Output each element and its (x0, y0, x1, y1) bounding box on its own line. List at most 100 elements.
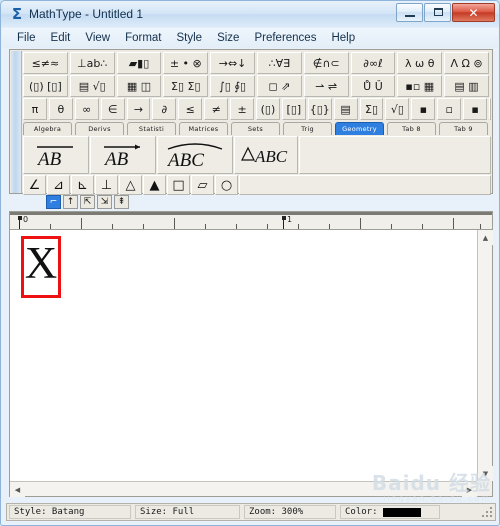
nest-button-5[interactable]: ⇞ (114, 195, 129, 209)
template-sqrt[interactable]: √▯ (385, 98, 410, 120)
menu-item-preferences[interactable]: Preferences (247, 30, 323, 46)
symbol-right-arrow[interactable]: → (126, 98, 151, 120)
template-button-arrays[interactable]: ▤ ▥ (444, 75, 489, 97)
template-button-fractions[interactable]: ▤ √▯ (69, 75, 115, 97)
template-paren[interactable]: (▯) (256, 98, 280, 120)
ruler-tab-marker-1[interactable] (282, 216, 286, 229)
geometry-triangle-button[interactable]: △ (119, 175, 142, 195)
horizontal-scrollbar[interactable]: ◀ ▶ (10, 481, 477, 497)
template-button-fences[interactable]: (▯) [▯] (23, 75, 68, 97)
template-bracket[interactable]: [▯] (281, 98, 306, 120)
svg-text:AB: AB (36, 149, 62, 170)
symbol-pi[interactable]: π (23, 98, 47, 120)
color-swatch[interactable] (382, 507, 421, 517)
template-button-products[interactable]: Ů Ǔ (350, 75, 396, 97)
ruler-top-edge (10, 212, 492, 215)
symbol-element-of[interactable]: ∈ (100, 98, 125, 120)
symbol-button-misc[interactable]: ∂∞ℓ (350, 52, 396, 74)
geometry-filled-triangle-button[interactable]: ▲ (143, 175, 166, 195)
tab-matrices[interactable]: Matrices (179, 122, 228, 135)
scroll-left-icon[interactable]: ◀ (10, 482, 25, 497)
scroll-up-icon[interactable]: ▲ (478, 230, 493, 245)
template-superscript[interactable]: ▪ (411, 98, 436, 120)
template-sum[interactable]: Σ▯ (359, 98, 384, 120)
geometry-spherical-angle-button[interactable]: ⊾ (71, 175, 94, 195)
symbol-less-equal[interactable]: ≤ (178, 98, 203, 120)
geometry-circle-button[interactable]: ○ (215, 175, 238, 195)
minimize-button[interactable] (396, 3, 423, 22)
template-button-underover[interactable]: ◻ ⇗ (256, 75, 302, 97)
symbol-button-relations[interactable]: ≤≠≈ (23, 52, 68, 74)
symbol-button-greek-upper[interactable]: Λ Ω ⊚ (444, 52, 489, 74)
status-size[interactable]: Size: Full (135, 505, 240, 519)
tab-derivs[interactable]: Derivs (75, 122, 124, 135)
geometry-triangle-abc-button[interactable]: ABC (234, 136, 298, 174)
geometry-row2-filler (239, 175, 491, 195)
tab-trig[interactable]: Trig (283, 122, 332, 135)
menu-item-file[interactable]: File (10, 30, 43, 46)
equation-editor-area[interactable]: X ▲ ▼ ◀ ▶ (9, 229, 493, 497)
nest-button-4[interactable]: ⇲ (97, 195, 112, 209)
tab-8[interactable]: Tab 8 (387, 122, 436, 135)
toolbar-gripper[interactable] (11, 51, 22, 193)
template-brace[interactable]: {▯} (307, 98, 332, 120)
template-subsup[interactable]: ▪ (463, 98, 488, 120)
geometry-parallelogram-button[interactable]: ▱ (191, 175, 214, 195)
geometry-segment-button[interactable]: AB (23, 136, 89, 174)
symbol-button-greek-lower[interactable]: λ ω θ (397, 52, 443, 74)
geometry-angle-button[interactable]: ∠ (23, 175, 46, 195)
equation-canvas[interactable]: X (10, 230, 477, 481)
nest-button-1[interactable]: ⌐ (46, 195, 61, 209)
template-button-matrices[interactable]: ▪▫ ▦ (397, 75, 443, 97)
scroll-right-icon[interactable]: ▶ (462, 482, 477, 497)
status-color[interactable]: Color: (340, 505, 440, 519)
status-zoom[interactable]: Zoom: 300% (244, 505, 336, 519)
nest-button-2[interactable]: ↑ (63, 195, 78, 209)
segment-overbar-icon: AB (36, 146, 73, 170)
tab-sets[interactable]: Sets (231, 122, 280, 135)
template-button-summation[interactable]: Σ▯ Σ▯ (163, 75, 209, 97)
template-subscript[interactable]: ▫ (437, 98, 462, 120)
geometry-square-button[interactable]: □ (167, 175, 190, 195)
template-fraction[interactable]: ▤ (333, 98, 358, 120)
menu-item-help[interactable]: Help (324, 30, 362, 46)
menu-item-format[interactable]: Format (118, 30, 168, 46)
status-style[interactable]: Style: Batang (9, 505, 131, 519)
menu-item-size[interactable]: Size (210, 30, 246, 46)
geometry-ray-button[interactable]: AB (90, 136, 156, 174)
equation-slot-selected[interactable]: X (21, 236, 61, 298)
symbol-button-settheory[interactable]: ∉∩⊂ (303, 52, 349, 74)
close-button[interactable]: ✕ (452, 3, 495, 22)
symbol-not-equal[interactable]: ≠ (204, 98, 229, 120)
tab-statisti[interactable]: Statisti (127, 122, 176, 135)
ruler[interactable]: 0 1 (9, 211, 493, 229)
resize-grip-icon[interactable] (480, 505, 492, 517)
geometry-measured-angle-button[interactable]: ⊿ (47, 175, 70, 195)
symbol-button-embellishments[interactable]: ▰▮▯ (116, 52, 162, 74)
template-button-labeled-arrows[interactable]: ⇀ ⇌ (303, 75, 349, 97)
symbol-button-arrows[interactable]: →⇔↓ (210, 52, 255, 74)
nest-button-3[interactable]: ⇱ (80, 195, 95, 209)
menu-item-edit[interactable]: Edit (44, 30, 78, 46)
maximize-button[interactable] (424, 3, 451, 22)
ruler-tab-marker-0[interactable] (18, 216, 22, 229)
symbol-plus-minus[interactable]: ± (230, 98, 255, 120)
template-button-integral[interactable]: ∫▯ ∮▯ (210, 75, 255, 97)
symbol-partial[interactable]: ∂ (152, 98, 177, 120)
geometry-arc-button[interactable]: ABC (157, 136, 233, 174)
geometry-perpendicular-button[interactable]: ⊥ (95, 175, 118, 195)
scroll-down-icon[interactable]: ▼ (478, 466, 493, 481)
tab-geometry[interactable]: Geometry (335, 122, 384, 135)
title-bar[interactable]: Σ MathType - Untitled 1 ✕ (1, 1, 499, 27)
tab-algebra[interactable]: Algebra (23, 122, 72, 135)
vertical-scrollbar[interactable]: ▲ ▼ (477, 230, 493, 481)
template-button-scripts[interactable]: ▦ ◫ (116, 75, 162, 97)
symbol-infinity[interactable]: ∞ (74, 98, 99, 120)
menu-item-style[interactable]: Style (170, 30, 210, 46)
symbol-button-spaces[interactable]: ⊥ab∴ (69, 52, 115, 74)
symbol-button-operators[interactable]: ± • ⊗ (163, 52, 209, 74)
menu-item-view[interactable]: View (78, 30, 117, 46)
symbol-theta[interactable]: θ (48, 98, 73, 120)
tab-9[interactable]: Tab 9 (439, 122, 488, 135)
symbol-button-logic[interactable]: ∴∀∃ (256, 52, 302, 74)
